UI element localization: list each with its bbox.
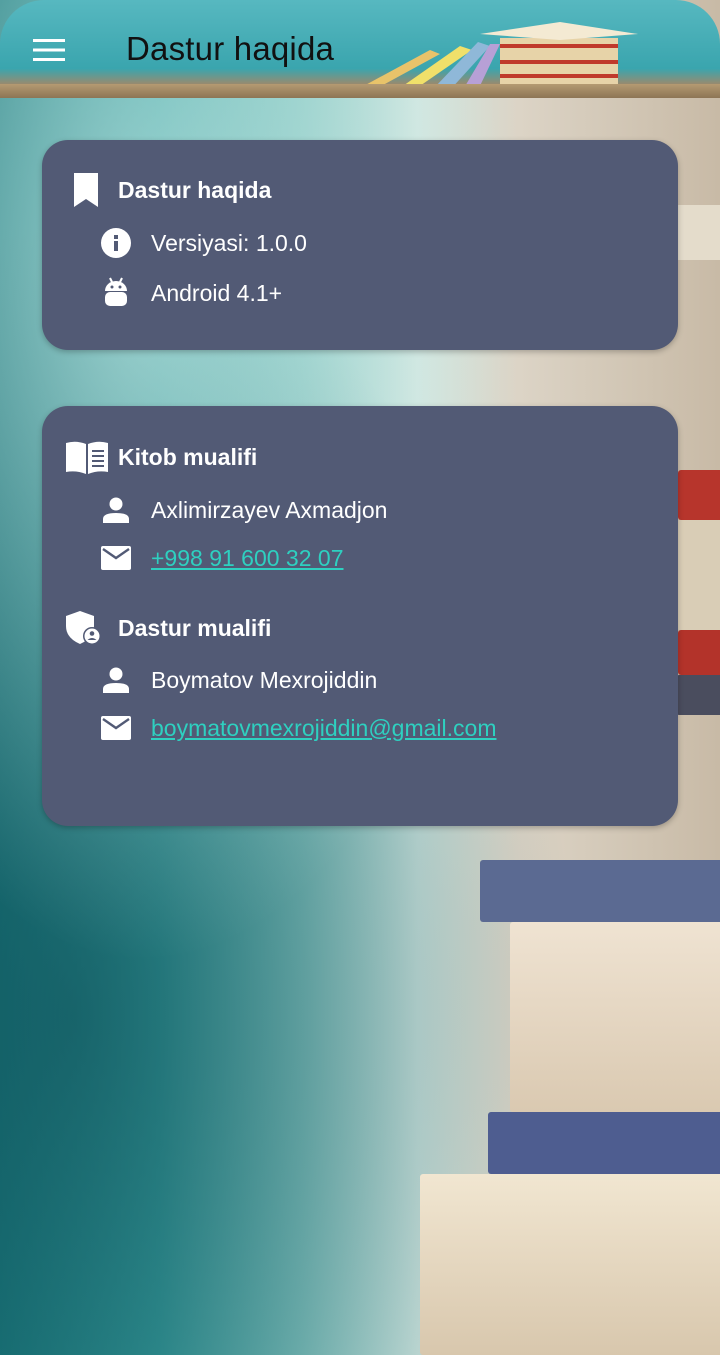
book-author-contact-row: +998 91 600 32 07 [98,540,344,576]
android-icon [98,275,134,311]
android-text: Android 4.1+ [151,279,283,306]
about-heading: Dastur haqida [72,170,271,210]
person-icon [98,492,134,528]
authors-card: Kitob mualifi Axlimirzayev Axmadjon +998… [42,406,678,826]
app-author-email-link[interactable]: boymatovmexrojiddin@gmail.com [151,715,496,742]
app-author-heading-label: Dastur mualifi [118,614,272,641]
version-row: Versiyasi: 1.0.0 [98,225,307,261]
app-author-name-row: Boymatov Mexrojiddin [98,662,377,698]
page-title: Dastur haqida [126,30,335,67]
person-icon [98,662,134,698]
about-heading-label: Dastur haqida [118,176,272,203]
book-author-name-row: Axlimirzayev Axmadjon [98,492,387,528]
email-icon [98,710,134,746]
book-author-heading-label: Kitob mualifi [118,443,258,470]
book-author-heading: Kitob mualifi [66,437,257,477]
about-card: Dastur haqida Versiyasi: 1.0.0 Android 4… [42,140,678,350]
email-icon [98,540,134,576]
app-author-heading: Dastur mualifi [66,608,271,648]
menu-button[interactable] [28,32,70,68]
book-author-name: Axlimirzayev Axmadjon [151,496,388,523]
version-text: Versiyasi: 1.0.0 [151,229,307,256]
bookmark-icon [72,170,116,210]
books-decoration [360,22,638,90]
open-book-icon [66,437,110,477]
app-author-contact-row: boymatovmexrojiddin@gmail.com [98,710,496,746]
app-author-name: Boymatov Mexrojiddin [151,666,378,693]
android-row: Android 4.1+ [98,275,282,311]
info-icon [98,225,134,261]
admin-shield-icon [66,608,110,648]
app-bar [0,0,720,98]
book-author-phone-link[interactable]: +998 91 600 32 07 [151,545,344,572]
hamburger-menu-icon [33,39,65,61]
